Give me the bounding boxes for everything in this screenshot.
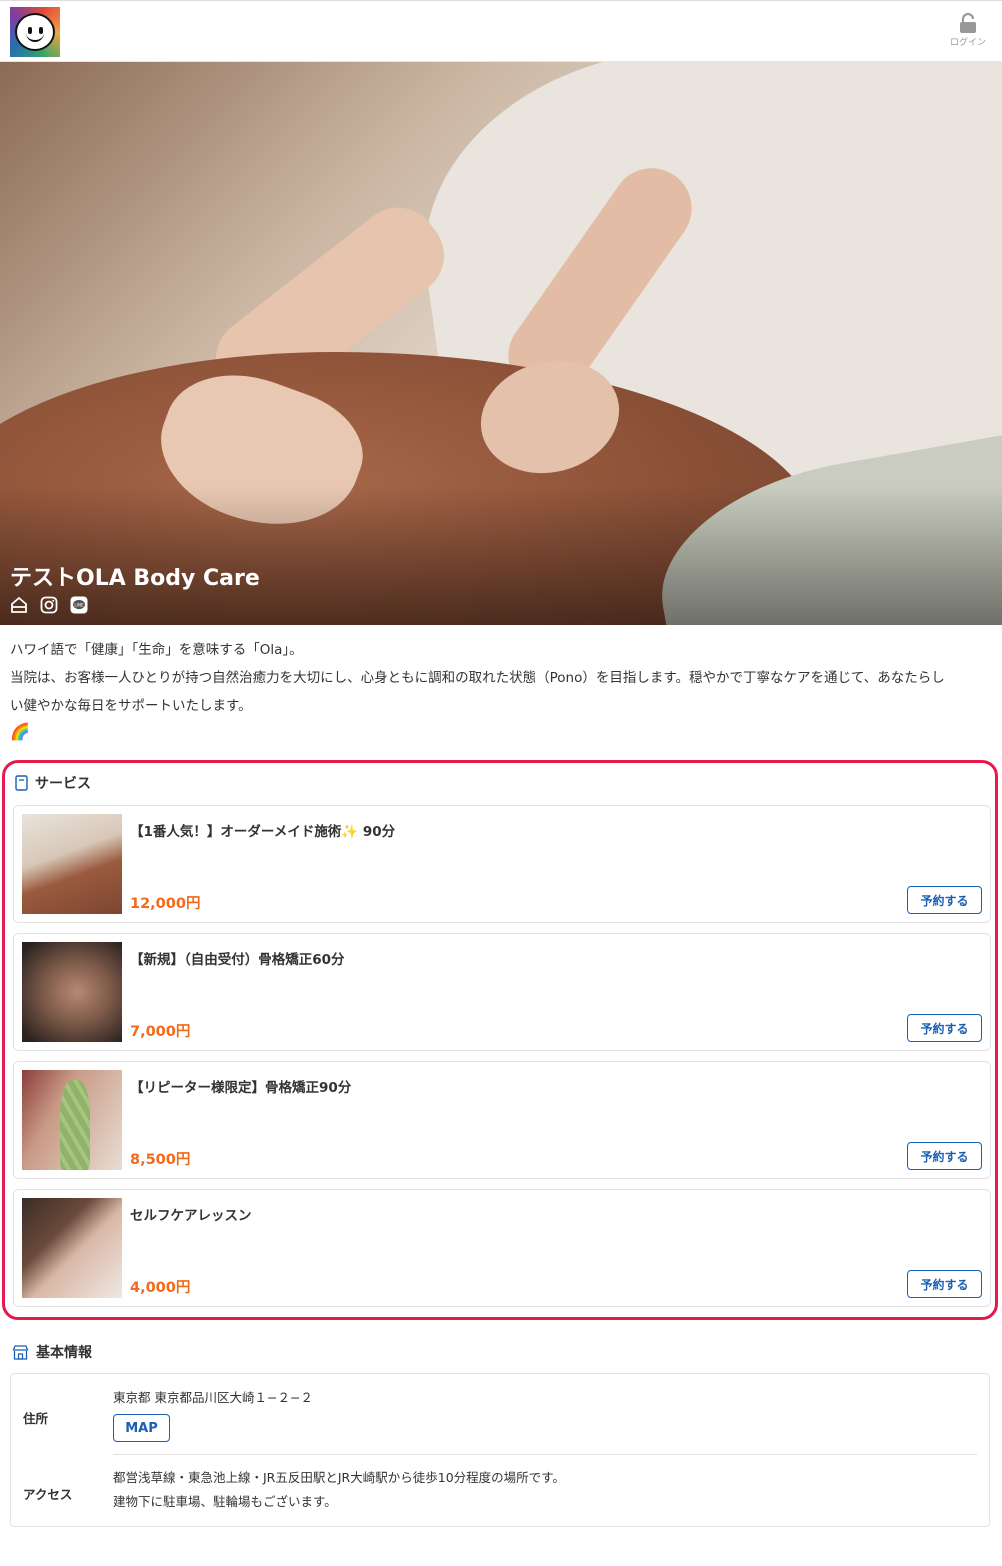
access-text: 都営浅草線・東急池上線・JR五反田駅とJR大崎駅から徒歩10分程度の場所です。 … <box>113 1466 565 1514</box>
access-line-2: 建物下に駐車場、駐輪場もございます。 <box>113 1494 337 1509</box>
hero-image: テストOLA Body Care LINE <box>0 62 1002 625</box>
services-title: サービス <box>35 776 91 792</box>
service-card[interactable]: 【1番人気！】オーダーメイド施術✨ 90分 12,000円 予約する <box>13 805 991 923</box>
lock-icon <box>960 13 976 33</box>
reserve-button[interactable]: 予約する <box>907 1014 982 1042</box>
instagram-icon[interactable] <box>40 596 58 614</box>
service-thumbnail <box>22 942 122 1042</box>
home-icon[interactable] <box>10 596 28 614</box>
store-icon <box>12 1344 29 1360</box>
basic-info-heading: 基本情報 <box>12 1342 92 1362</box>
line-icon[interactable]: LINE <box>70 596 88 614</box>
basic-info-title: 基本情報 <box>36 1345 92 1361</box>
address-text: 東京都 東京都品川区大崎１−２−２ <box>113 1390 313 1405</box>
map-button[interactable]: MAP <box>113 1414 170 1442</box>
service-price: 12,000円 <box>130 896 201 912</box>
service-price: 7,000円 <box>130 1024 191 1040</box>
access-label: アクセス <box>23 1487 73 1502</box>
svg-text:LINE: LINE <box>74 602 84 607</box>
services-heading: サービス <box>15 773 91 793</box>
description-line-1: ハワイ語で「健康」「生命」を意味する「Ola」。 <box>10 642 303 658</box>
service-name: セルフケアレッスン <box>130 1208 252 1224</box>
shop-name: テストOLA Body Care <box>10 566 260 591</box>
smiley-face-icon <box>15 13 55 51</box>
address-label: 住所 <box>23 1411 49 1426</box>
description-line-2: 当院は、お客様一人ひとりが持つ自然治癒力を大切にし、心身ともに調和の取れた状態（… <box>10 670 945 686</box>
login-label: ログイン <box>949 38 986 48</box>
login-button[interactable]: ログイン <box>948 13 988 48</box>
social-links: LINE <box>10 596 88 614</box>
service-thumbnail <box>22 1070 122 1170</box>
basic-info-box: 住所 東京都 東京都品川区大崎１−２−２ MAP アクセス 都営浅草線・東急池上… <box>10 1373 990 1527</box>
access-line-1: 都営浅草線・東急池上線・JR五反田駅とJR大崎駅から徒歩10分程度の場所です。 <box>113 1470 565 1485</box>
shop-description: ハワイ語で「健康」「生命」を意味する「Ola」。 当院は、お客様一人ひとりが持つ… <box>10 636 990 720</box>
rainbow-emoji: 🌈 <box>10 722 30 741</box>
service-name: 【リピーター様限定】骨格矯正90分 <box>130 1080 352 1096</box>
service-card[interactable]: セルフケアレッスン 4,000円 予約する <box>13 1189 991 1307</box>
service-name: 【新規】（自由受付）骨格矯正60分 <box>130 952 345 968</box>
service-price: 8,500円 <box>130 1152 191 1168</box>
services-section: サービス 【1番人気！】オーダーメイド施術✨ 90分 12,000円 予約する … <box>2 760 998 1320</box>
service-card[interactable]: 【リピーター様限定】骨格矯正90分 8,500円 予約する <box>13 1061 991 1179</box>
reserve-button[interactable]: 予約する <box>907 1270 982 1298</box>
service-price: 4,000円 <box>130 1280 191 1296</box>
service-name: 【1番人気！】オーダーメイド施術✨ 90分 <box>130 824 396 840</box>
service-thumbnail <box>22 1198 122 1298</box>
service-card[interactable]: 【新規】（自由受付）骨格矯正60分 7,000円 予約する <box>13 933 991 1051</box>
info-divider <box>113 1454 977 1455</box>
reserve-button[interactable]: 予約する <box>907 886 982 914</box>
document-icon <box>15 775 28 791</box>
description-line-3: い健やかな毎日をサポートいたします。 <box>10 698 252 714</box>
top-bar: ログイン <box>0 0 1002 62</box>
reserve-button[interactable]: 予約する <box>907 1142 982 1170</box>
shop-logo[interactable] <box>10 7 60 57</box>
service-thumbnail <box>22 814 122 914</box>
